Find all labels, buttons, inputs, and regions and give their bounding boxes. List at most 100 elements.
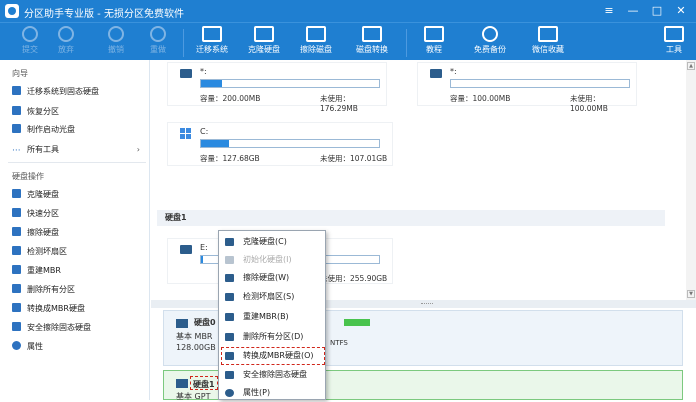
scroll-down-icon[interactable]: ▼ — [687, 290, 695, 298]
sidebar-item-all-tools[interactable]: ··· 所有工具 › — [12, 142, 144, 158]
sidebar-item-rebuild-mbr[interactable]: 重建MBR — [12, 263, 144, 279]
wipe-disk-icon — [306, 26, 326, 42]
partition-name: *: — [200, 67, 207, 76]
disk-ops-section-title: 硬盘操作 — [12, 172, 44, 181]
discard-button[interactable]: 放弃 — [44, 25, 88, 59]
close-button[interactable]: ✕ — [672, 3, 690, 19]
usage-bar — [200, 139, 380, 148]
disk-type: 基本 GPT — [176, 392, 211, 401]
sidebar-item-wipe-disk[interactable]: 擦除硬盘 — [12, 225, 144, 241]
scroll-up-icon[interactable]: ▲ — [687, 62, 695, 70]
disk-name: 硬盘0 — [194, 318, 216, 327]
menu-icon[interactable]: ≡ — [600, 3, 618, 19]
info-icon — [12, 341, 21, 350]
redo-icon — [150, 26, 166, 42]
partition-name: E: — [200, 243, 208, 252]
capacity-label: 容量：200.00MB — [200, 94, 261, 103]
init-icon — [225, 256, 234, 264]
toolbar-divider — [406, 29, 407, 57]
menu-item-delete-all[interactable]: 删除所有分区(D) — [221, 328, 325, 346]
menu-item-wipe-disk[interactable]: 擦除硬盘(W) — [221, 269, 325, 287]
trash-icon — [225, 333, 234, 341]
wechat-favorite-button[interactable]: 微信收藏 — [526, 25, 570, 59]
lightning-icon — [12, 208, 21, 217]
sidebar-item-migrate-ssd[interactable]: 迁移系统到固态硬盘 — [12, 84, 144, 100]
shield-icon — [12, 322, 21, 331]
toolbox-icon — [664, 26, 684, 42]
usage-bar — [200, 79, 380, 88]
cancel-icon — [58, 26, 74, 42]
rebuild-icon — [12, 265, 21, 274]
windows-icon — [180, 128, 192, 140]
menu-item-rebuild-mbr[interactable]: 重建MBR(B) — [221, 308, 325, 326]
partition-card[interactable]: C: 容量：127.68GB 未使用：107.01GB — [167, 122, 393, 166]
redo-button[interactable]: 重做 — [136, 25, 180, 59]
minimize-button[interactable]: — — [624, 3, 642, 19]
toolbar-divider — [183, 29, 184, 57]
divider — [8, 162, 146, 163]
brush-icon — [12, 227, 21, 236]
drive-icon — [430, 69, 442, 78]
disk-icon — [176, 379, 188, 388]
usage-bar — [450, 79, 630, 88]
undo-button[interactable]: 撤销 — [94, 25, 138, 59]
sidebar-item-clone-disk[interactable]: 克隆硬盘 — [12, 187, 144, 203]
sidebar-item-convert-mbr[interactable]: 转换成MBR硬盘 — [12, 301, 144, 317]
sidebar-item-properties[interactable]: 属性 — [12, 339, 144, 355]
free-backup-button[interactable]: 免费备份 — [468, 25, 512, 59]
scrollbar[interactable]: ▲ ▼ — [686, 60, 696, 300]
disk-size: 128.00GB — [176, 343, 216, 352]
clone-disk-icon — [254, 26, 274, 42]
partition-card[interactable]: *: 容量：100.00MB 未使用：100.00MB — [417, 62, 637, 113]
wizard-section-title: 向导 — [12, 69, 28, 78]
sidebar: 向导 迁移系统到固态硬盘 恢复分区 制作启动光盘 ··· 所有工具 › 硬盘操作 克… — [0, 60, 150, 400]
chevron-right-icon: › — [136, 145, 140, 154]
undo-icon — [108, 26, 124, 42]
tools-button[interactable]: 工具 — [652, 25, 696, 59]
wipe-disk-button[interactable]: 擦除磁盘 — [294, 25, 338, 59]
title-bar: 分区助手专业版 - 无损分区免费软件 ≡ — □ ✕ — [0, 0, 696, 22]
convert-disk-icon — [362, 26, 382, 42]
app-logo-icon — [5, 4, 19, 18]
free-label: 未使用：100.00MB — [570, 94, 608, 113]
partition-name: *: — [450, 67, 457, 76]
migrate-icon — [202, 26, 222, 42]
sidebar-item-quick-partition[interactable]: 快速分区 — [12, 206, 144, 222]
recover-icon — [12, 106, 21, 115]
menu-item-bad-sectors[interactable]: 检测坏扇区(S) — [221, 288, 325, 306]
clone-icon — [225, 238, 234, 246]
grid-icon — [225, 293, 234, 301]
grid-icon — [12, 246, 21, 255]
partition-card[interactable]: *: 容量：200.00MB 未使用：176.29MB — [167, 62, 387, 113]
menu-item-convert-mbr[interactable]: 转换成MBR硬盘(O) — [221, 347, 325, 365]
convert-icon — [225, 352, 234, 360]
wechat-icon — [538, 26, 558, 42]
menu-item-secure-erase[interactable]: 安全擦除固态硬盘 — [221, 366, 325, 384]
sidebar-item-delete-all[interactable]: 删除所有分区 — [12, 282, 144, 298]
sidebar-item-bad-sectors[interactable]: 检测坏扇区 — [12, 244, 144, 260]
info-icon — [225, 389, 234, 397]
drive-icon — [180, 69, 192, 78]
tag-icon — [225, 313, 234, 321]
dots-icon: ··· — [12, 146, 21, 156]
highlight-box — [190, 376, 218, 390]
sidebar-item-recover-partition[interactable]: 恢复分区 — [12, 104, 144, 120]
book-icon — [424, 26, 444, 42]
shield-icon — [225, 371, 234, 379]
migrate-system-button[interactable]: 迁移系统 — [190, 25, 234, 59]
capacity-label: 容量：127.68GB — [200, 154, 260, 163]
tutorial-button[interactable]: 教程 — [412, 25, 456, 59]
sidebar-item-boot-disc[interactable]: 制作启动光盘 — [12, 122, 144, 138]
migrate-icon — [12, 86, 21, 95]
maximize-button[interactable]: □ — [648, 3, 666, 19]
convert-disk-button[interactable]: 磁盘转换 — [350, 25, 394, 59]
disk-header: 硬盘1 — [157, 210, 665, 226]
clone-icon — [12, 189, 21, 198]
free-label: 未使用：176.29MB — [320, 94, 358, 113]
menu-item-properties[interactable]: 属性(P) — [221, 384, 325, 402]
menu-item-clone-disk[interactable]: 克隆硬盘(C) — [221, 233, 325, 251]
disk-icon — [176, 319, 188, 328]
sidebar-item-secure-erase[interactable]: 安全擦除固态硬盘 — [12, 320, 144, 336]
clone-disk-button[interactable]: 克隆硬盘 — [242, 25, 286, 59]
convert-icon — [12, 303, 21, 312]
